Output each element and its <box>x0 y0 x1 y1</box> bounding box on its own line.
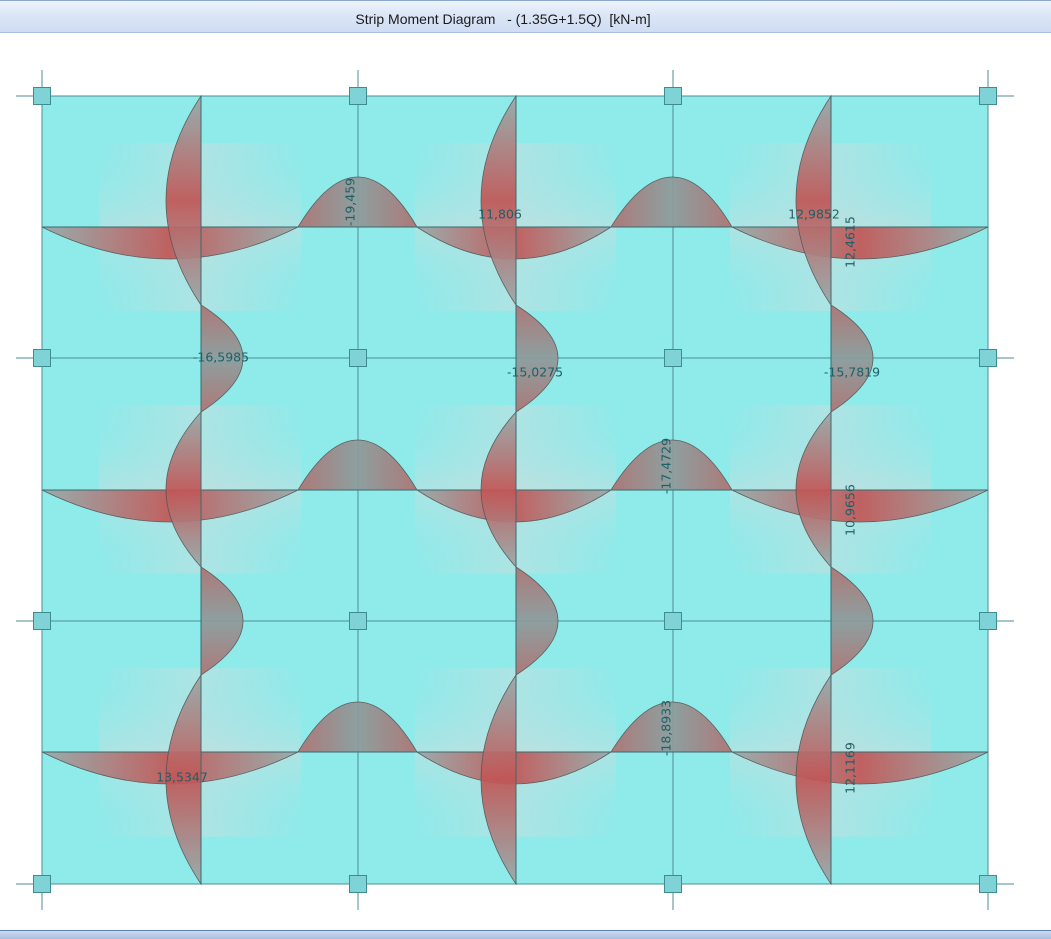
column-support <box>33 612 51 630</box>
moment-value-label: 11,806 <box>478 207 522 222</box>
moment-value-label: 10,9656 <box>843 484 858 536</box>
moment-value-label: -15,0275 <box>507 365 563 380</box>
moment-value-label: -18,8933 <box>659 700 674 756</box>
moment-value-label: -19,459 <box>343 178 358 226</box>
moment-value-label: 12,4615 <box>843 216 858 268</box>
moment-value-label: 13,5347 <box>156 770 208 785</box>
moment-value-label: 12,1169 <box>843 742 858 794</box>
status-bar <box>0 930 1051 939</box>
column-support <box>349 875 367 893</box>
window-title: Strip Moment Diagram - (1.35G+1.5Q) [kN-… <box>355 11 651 27</box>
column-support <box>349 349 367 367</box>
column-support <box>979 875 997 893</box>
column-support <box>33 87 51 105</box>
column-support <box>33 349 51 367</box>
column-support <box>979 349 997 367</box>
column-support <box>979 612 997 630</box>
window-title-bar[interactable]: Strip Moment Diagram - (1.35G+1.5Q) [kN-… <box>0 0 1051 33</box>
column-support <box>664 612 682 630</box>
strip-moment-diagram: -19,459 11,806 12,985212,4615 -16,5985 -15,0… <box>16 70 1014 910</box>
moment-value-label: -15,7819 <box>824 365 880 380</box>
column-support <box>664 875 682 893</box>
column-support <box>33 875 51 893</box>
column-support <box>349 612 367 630</box>
column-support <box>664 87 682 105</box>
moment-value-label: -16,5985 <box>193 350 249 365</box>
moment-value-label: 12,9852 <box>788 207 840 222</box>
column-support <box>349 87 367 105</box>
moment-value-label: -17,4729 <box>659 438 674 494</box>
column-support <box>979 87 997 105</box>
column-support <box>664 349 682 367</box>
